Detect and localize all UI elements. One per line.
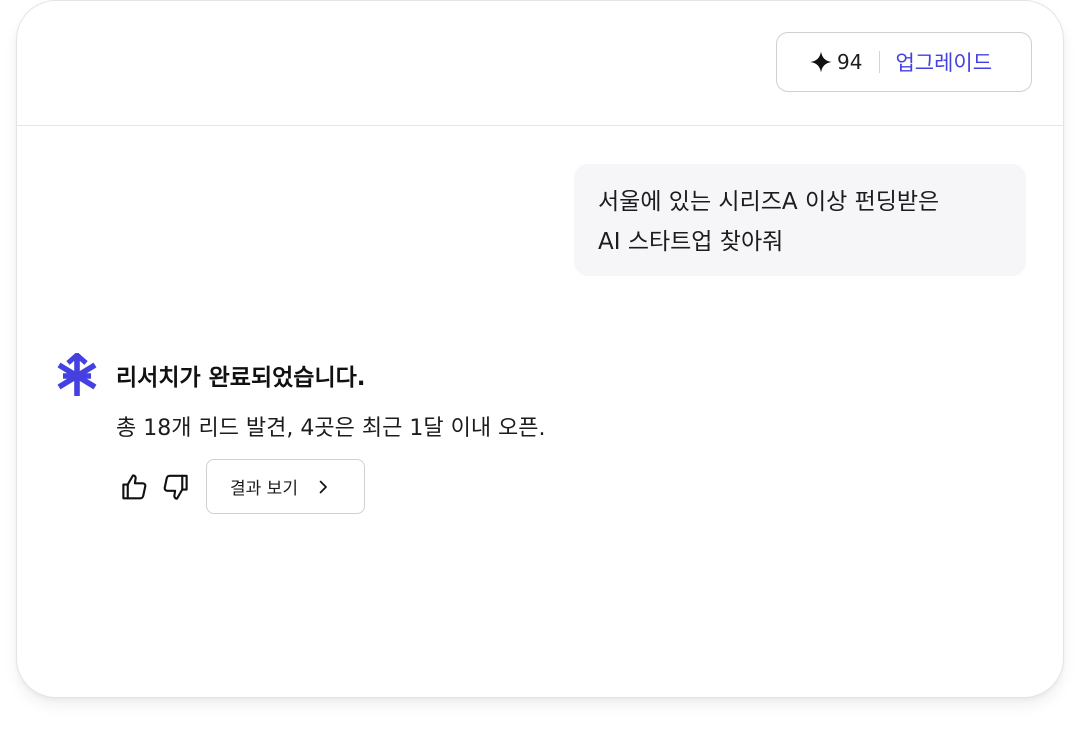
credits-count: 94 bbox=[837, 50, 863, 74]
credits-pill: 94 업그레이드 bbox=[776, 32, 1032, 92]
pill-divider bbox=[879, 51, 881, 73]
assistant-message-body: 총 18개 리드 발견, 4곳은 최근 1달 이내 오픈. bbox=[116, 416, 546, 441]
chevron-right-icon bbox=[319, 480, 327, 493]
asterisk-logo-icon bbox=[57, 353, 97, 396]
thumbs-down-icon bbox=[163, 474, 188, 500]
user-message-line: 서울에 있는 시리즈A 이상 펀딩받은 bbox=[598, 189, 940, 215]
user-message-line: AI 스타트업 찾아줘 bbox=[598, 229, 784, 255]
sparkle-icon bbox=[810, 51, 832, 73]
upgrade-link[interactable]: 업그레이드 bbox=[895, 47, 992, 77]
dislike-button[interactable] bbox=[158, 469, 194, 505]
thumbs-up-icon bbox=[122, 473, 147, 499]
view-results-button[interactable]: 결과 보기 bbox=[206, 459, 365, 514]
chat-header: 94 업그레이드 bbox=[17, 1, 1063, 126]
view-results-label: 결과 보기 bbox=[230, 479, 298, 499]
feedback-row: 결과 보기 bbox=[116, 459, 365, 514]
like-button[interactable] bbox=[116, 469, 152, 505]
assistant-status-title: 리서치가 완료되었습니다. bbox=[116, 365, 366, 391]
chat-window: 94 업그레이드 서울에 있는 시리즈A 이상 펀딩받은 AI 스타트업 찾아줘… bbox=[16, 0, 1064, 698]
user-message-bubble: 서울에 있는 시리즈A 이상 펀딩받은 AI 스타트업 찾아줘 bbox=[574, 164, 1026, 276]
